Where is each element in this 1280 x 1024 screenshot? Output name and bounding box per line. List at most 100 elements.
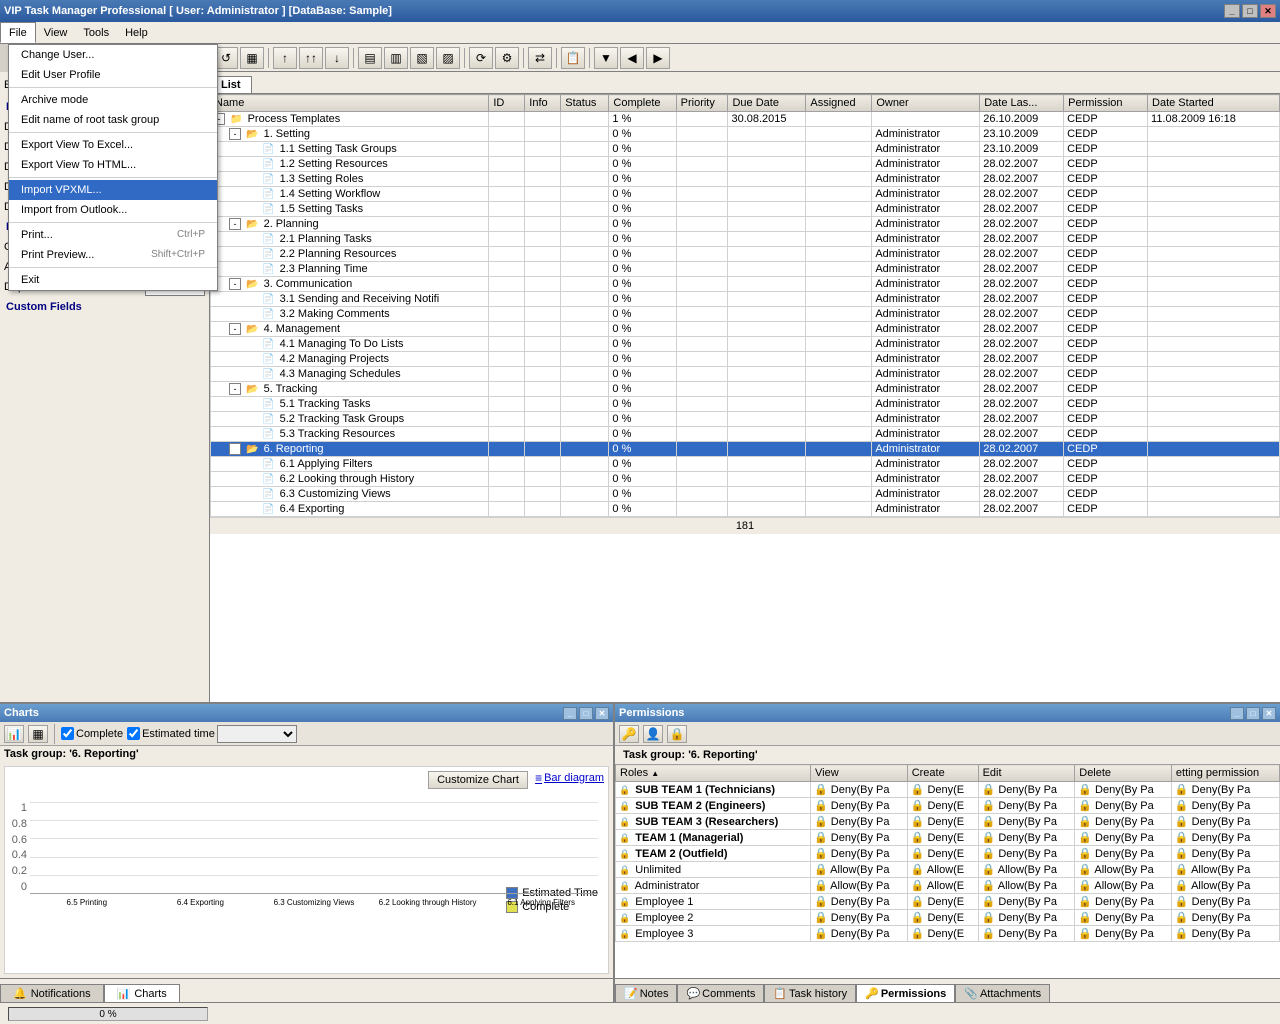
charts-toolbar-btn1[interactable]: 📊	[4, 725, 24, 743]
menu-change-user[interactable]: Change User...	[9, 45, 217, 65]
table-row[interactable]: 📄 5.3 Tracking Resources 0 % Administrat…	[211, 427, 1280, 442]
minimize-button[interactable]: _	[1224, 4, 1240, 18]
menu-import-outlook[interactable]: Import from Outlook...	[9, 200, 217, 220]
tab-notes[interactable]: 📝 Notes	[615, 984, 677, 1002]
charts-close-btn[interactable]: ✕	[595, 707, 609, 720]
tab-comments[interactable]: 💬 Comments	[677, 984, 764, 1002]
charts-restore-btn[interactable]: □	[579, 707, 593, 720]
perm-toolbar-btn2[interactable]: 👤	[643, 725, 663, 743]
toolbar-btn-7[interactable]: ▥	[384, 47, 408, 69]
menu-archive-mode[interactable]: Archive mode	[9, 90, 217, 110]
perm-col-roles[interactable]: Roles ▲	[616, 765, 811, 782]
table-row[interactable]: 📄 5.2 Tracking Task Groups 0 % Administr…	[211, 412, 1280, 427]
menu-exit[interactable]: Exit	[9, 270, 217, 290]
charts-toolbar-btn2[interactable]: ▦	[28, 725, 48, 743]
tab-task-history[interactable]: 📋 Task history	[764, 984, 856, 1002]
table-row[interactable]: 📄 1.3 Setting Roles 0 % Administrator 28…	[211, 172, 1280, 187]
permissions-table-container[interactable]: Roles ▲ View Create Edit Delete etting p…	[615, 764, 1280, 978]
table-row[interactable]: 📄 2.2 Planning Resources 0 % Administrat…	[211, 247, 1280, 262]
perm-table-row[interactable]: 🔒 Employee 2 🔒 Deny(By Pa 🔒 Deny(E 🔒 Den…	[616, 910, 1280, 926]
table-row[interactable]: 📄 2.3 Planning Time 0 % Administrator 28…	[211, 262, 1280, 277]
menu-edit-root-name[interactable]: Edit name of root task group	[9, 110, 217, 130]
tab-notifications[interactable]: 🔔 Notifications	[0, 984, 104, 1002]
table-row[interactable]: 📄 4.3 Managing Schedules 0 % Administrat…	[211, 367, 1280, 382]
menu-export-excel[interactable]: Export View To Excel...	[9, 135, 217, 155]
tab-permissions[interactable]: 🔑 Permissions	[856, 984, 955, 1002]
menu-export-html[interactable]: Export View To HTML...	[9, 155, 217, 175]
toolbar-btn-8[interactable]: ▧	[410, 47, 434, 69]
table-row[interactable]: - 📂 2. Planning 0 % Administrator 28.02.…	[211, 217, 1280, 232]
toolbar-btn-13[interactable]: ▼	[594, 47, 618, 69]
menu-help[interactable]: Help	[117, 22, 156, 43]
expand-btn[interactable]: -	[229, 323, 241, 335]
permissions-minimize-btn[interactable]: _	[1230, 707, 1244, 720]
table-row[interactable]: 📄 6.4 Exporting 0 % Administrator 28.02.…	[211, 502, 1280, 517]
table-row[interactable]: 📄 4.1 Managing To Do Lists 0 % Administr…	[211, 337, 1280, 352]
perm-table-row[interactable]: 🔒 SUB TEAM 1 (Technicians) 🔒 Deny(By Pa …	[616, 782, 1280, 798]
col-permission[interactable]: Permission	[1064, 95, 1148, 112]
permissions-restore-btn[interactable]: □	[1246, 707, 1260, 720]
customize-chart-button[interactable]: Customize Chart	[428, 771, 528, 789]
table-row[interactable]: 📄 6.1 Applying Filters 0 % Administrator…	[211, 457, 1280, 472]
table-row[interactable]: - 📂 1. Setting 0 % Administrator 23.10.2…	[211, 127, 1280, 142]
table-row[interactable]: 📄 3.1 Sending and Receiving Notifi 0 % A…	[211, 292, 1280, 307]
perm-toolbar-btn1[interactable]: 🔑	[619, 725, 639, 743]
table-row[interactable]: 📄 1.5 Setting Tasks 0 % Administrator 28…	[211, 202, 1280, 217]
col-date-started[interactable]: Date Started	[1148, 95, 1280, 112]
perm-table-row[interactable]: 🔒 SUB TEAM 2 (Engineers) 🔒 Deny(By Pa 🔒 …	[616, 798, 1280, 814]
table-row[interactable]: 📄 6.3 Customizing Views 0 % Administrato…	[211, 487, 1280, 502]
toolbar-btn-15[interactable]: ▶	[646, 47, 670, 69]
menu-tools[interactable]: Tools	[75, 22, 117, 43]
col-complete[interactable]: Complete	[609, 95, 676, 112]
tab-charts[interactable]: 📊 Charts	[104, 984, 180, 1002]
perm-col-delete[interactable]: Delete	[1075, 765, 1172, 782]
col-name[interactable]: Name	[211, 95, 489, 112]
toolbar-btn-14[interactable]: ◀	[620, 47, 644, 69]
toolbar-btn-12[interactable]: 📋	[561, 47, 585, 69]
bar-diagram-button[interactable]: ≡ Bar diagram	[535, 771, 604, 785]
table-row[interactable]: 📄 3.2 Making Comments 0 % Administrator …	[211, 307, 1280, 322]
toolbar-btn-11[interactable]: ⇄	[528, 47, 552, 69]
expand-btn[interactable]: -	[229, 278, 241, 290]
expand-btn[interactable]: -	[229, 128, 241, 140]
toolbar-btn-3[interactable]: ↑	[273, 47, 297, 69]
col-info[interactable]: Info	[525, 95, 561, 112]
toolbar-btn-6[interactable]: ▤	[358, 47, 382, 69]
permissions-close-btn[interactable]: ✕	[1262, 707, 1276, 720]
table-row[interactable]: - 📂 6. Reporting 0 % Administrator 28.02…	[211, 442, 1280, 457]
col-due-date[interactable]: Due Date	[728, 95, 806, 112]
col-id[interactable]: ID	[489, 95, 525, 112]
charts-minimize-btn[interactable]: _	[563, 707, 577, 720]
col-status[interactable]: Status	[561, 95, 609, 112]
table-row[interactable]: 📄 2.1 Planning Tasks 0 % Administrator 2…	[211, 232, 1280, 247]
expand-btn[interactable]: -	[229, 383, 241, 395]
menu-edit-user-profile[interactable]: Edit User Profile	[9, 65, 217, 85]
complete-checkbox[interactable]	[61, 727, 74, 740]
perm-table-row[interactable]: 🔒 Employee 3 🔒 Deny(By Pa 🔒 Deny(E 🔒 Den…	[616, 926, 1280, 942]
table-row[interactable]: 📄 1.2 Setting Resources 0 % Administrato…	[211, 157, 1280, 172]
table-row[interactable]: - 📂 4. Management 0 % Administrator 28.0…	[211, 322, 1280, 337]
menu-print-preview[interactable]: Print Preview... Shift+Ctrl+P	[9, 245, 217, 265]
perm-col-create[interactable]: Create	[907, 765, 978, 782]
menu-view[interactable]: View	[36, 22, 76, 43]
perm-col-edit[interactable]: Edit	[978, 765, 1075, 782]
estimated-time-select[interactable]	[217, 725, 297, 743]
close-button[interactable]: ✕	[1260, 4, 1276, 18]
table-row[interactable]: 📄 5.1 Tracking Tasks 0 % Administrator 2…	[211, 397, 1280, 412]
col-priority[interactable]: Priority	[676, 95, 728, 112]
perm-table-row[interactable]: 🔒 Unlimited 🔒 Allow(By Pa 🔒 Allow(E 🔒 Al…	[616, 862, 1280, 878]
estimated-checkbox[interactable]	[127, 727, 140, 740]
table-row[interactable]: - 📂 3. Communication 0 % Administrator 2…	[211, 277, 1280, 292]
table-row[interactable]: 📄 1.1 Setting Task Groups 0 % Administra…	[211, 142, 1280, 157]
toolbar-btn-2[interactable]: ▦	[240, 47, 264, 69]
menu-file[interactable]: File	[0, 22, 36, 43]
table-row[interactable]: - 📂 5. Tracking 0 % Administrator 28.02.…	[211, 382, 1280, 397]
toolbar-btn-5[interactable]: ↓	[325, 47, 349, 69]
perm-table-row[interactable]: 🔒 Employee 1 🔒 Deny(By Pa 🔒 Deny(E 🔒 Den…	[616, 894, 1280, 910]
perm-table-row[interactable]: 🔒 TEAM 1 (Managerial) 🔒 Deny(By Pa 🔒 Den…	[616, 830, 1280, 846]
expand-btn[interactable]: -	[229, 218, 241, 230]
toolbar-btn-10[interactable]: ⚙	[495, 47, 519, 69]
tab-attachments[interactable]: 📎 Attachments	[955, 984, 1050, 1002]
perm-table-row[interactable]: 🔒 TEAM 2 (Outfield) 🔒 Deny(By Pa 🔒 Deny(…	[616, 846, 1280, 862]
perm-col-view[interactable]: View	[811, 765, 908, 782]
